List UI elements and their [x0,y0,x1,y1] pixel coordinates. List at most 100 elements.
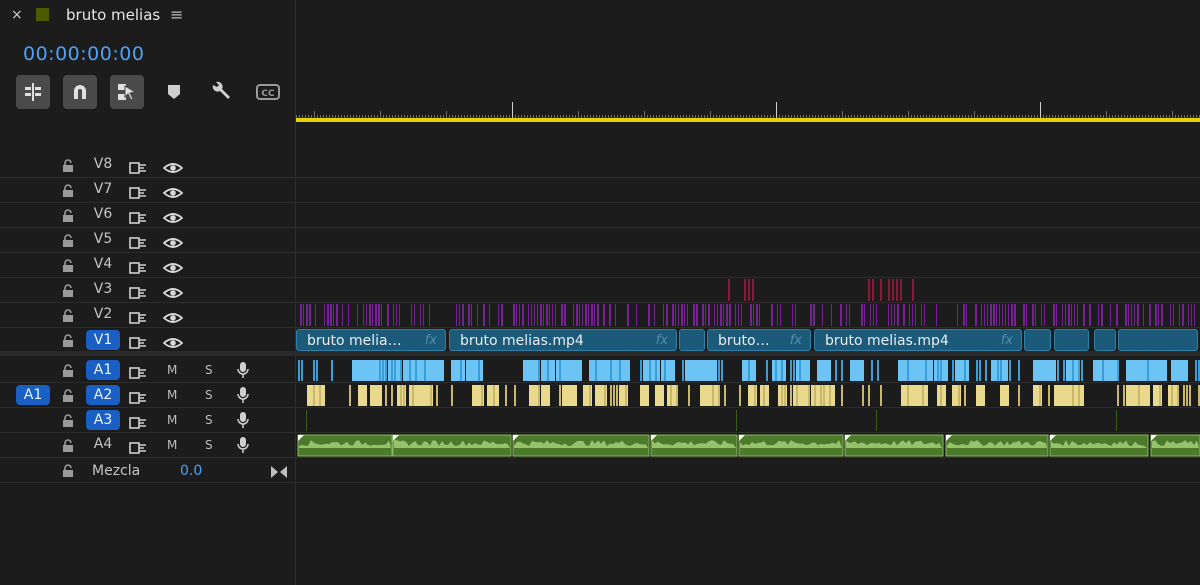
voiceover-mic-icon[interactable] [237,361,249,383]
voiceover-mic-icon[interactable] [237,386,249,408]
eye-icon[interactable] [162,284,184,303]
v1-clip[interactable]: bruto melia… fx [296,329,446,351]
a2-clip-slice [1141,385,1150,406]
voiceover-mic-icon[interactable] [237,436,249,458]
sequence-title[interactable]: bruto melias [66,6,160,24]
lock-icon[interactable] [62,388,74,407]
eye-icon[interactable] [162,309,184,328]
a1-clip-slice [721,360,723,381]
track-target-a4[interactable]: A4 [86,436,120,452]
lock-icon[interactable] [62,283,74,302]
a1-clip-slice [718,360,720,381]
lock-icon[interactable] [62,333,74,352]
a2-clip-slice [1123,385,1125,406]
eye-icon[interactable] [162,234,184,253]
v1-clip[interactable] [1024,329,1051,351]
solo-button[interactable]: S [205,438,213,452]
lock-icon[interactable] [62,183,74,202]
eye-icon[interactable] [162,259,184,278]
mute-button[interactable]: M [167,363,177,377]
captions-button[interactable]: CC [251,75,285,109]
sync-lock-icon[interactable] [129,209,147,228]
track-target-a2[interactable]: A2 [86,385,120,405]
a2-clip-slice [964,385,966,406]
sync-lock-icon[interactable] [129,234,147,253]
mute-button[interactable]: M [167,413,177,427]
fx-badge-icon: fx [1000,333,1013,348]
lock-icon[interactable] [62,413,74,432]
track-target-v8[interactable]: V8 [86,156,120,172]
add-marker-button[interactable] [157,75,191,109]
v1-clip[interactable] [1118,329,1198,351]
source-patch-a1[interactable]: A1 [16,385,50,405]
sequence-color-swatch [36,8,49,21]
v2-clip-slice [1170,304,1171,326]
lock-icon[interactable] [62,258,74,277]
a1-clip-slice [538,360,540,381]
track-target-a3[interactable]: A3 [86,410,120,430]
mute-button[interactable]: M [167,438,177,452]
track-target-v4[interactable]: V4 [86,256,120,272]
v2-clip-slice [648,304,650,326]
a2-clip-slice [712,385,714,406]
sync-lock-icon[interactable] [129,439,147,458]
track-target-v6[interactable]: V6 [86,206,120,222]
v1-clip[interactable]: bruto… fx [707,329,811,351]
timeline-clips-area[interactable] [296,0,1200,585]
track-target-v5[interactable]: V5 [86,231,120,247]
solo-button[interactable]: S [205,388,213,402]
solo-button[interactable]: S [205,363,213,377]
v1-clip[interactable] [1094,329,1116,351]
sync-lock-icon[interactable] [129,284,147,303]
sync-lock-icon[interactable] [129,364,147,383]
lock-icon[interactable] [62,438,74,457]
eye-icon[interactable] [162,184,184,203]
lock-icon[interactable] [62,308,74,327]
sync-lock-icon[interactable] [129,159,147,178]
lock-icon[interactable] [62,363,74,382]
v1-clip[interactable]: bruto melias.mp4 fx [449,329,677,351]
eye-icon[interactable] [162,159,184,178]
playhead-timecode[interactable]: 00:00:00:00 [23,43,144,65]
track-target-a1[interactable]: A1 [86,360,120,380]
track-target-v3[interactable]: V3 [86,281,120,297]
a1-clip-slice [1102,360,1104,381]
v1-clip[interactable] [1054,329,1089,351]
sync-lock-icon[interactable] [129,389,147,408]
sync-lock-icon[interactable] [129,259,147,278]
snap-magnet-button[interactable] [63,75,97,109]
insert-nest-button[interactable] [16,75,50,109]
sync-lock-icon[interactable] [129,309,147,328]
lock-icon[interactable] [62,208,74,227]
linked-selection-button[interactable] [110,75,144,109]
sync-lock-icon[interactable] [129,184,147,203]
v1-clip[interactable] [679,329,705,351]
track-target-v1[interactable]: V1 [86,330,120,350]
track-target-v7[interactable]: V7 [86,181,120,197]
a1-clip-slice [796,360,810,381]
lock-icon[interactable] [62,233,74,252]
v1-clip[interactable]: bruto melias.mp4 fx [814,329,1022,351]
panel-menu-icon[interactable]: ≡ [170,5,183,24]
mix-volume-value[interactable]: 0.0 [180,463,202,479]
a1-clip-slice [997,360,999,381]
v2-clip-slice [675,304,676,326]
v2-clip-slice [1155,304,1157,326]
mute-button[interactable]: M [167,388,177,402]
lock-icon[interactable] [62,158,74,177]
v2-clip-slice [1083,304,1085,326]
a2-clip-slice [718,385,720,406]
sync-lock-icon[interactable] [129,414,147,433]
mix-lock-icon[interactable] [62,463,74,482]
solo-button[interactable]: S [205,413,213,427]
voiceover-mic-icon[interactable] [237,411,249,433]
eye-icon[interactable] [162,209,184,228]
mix-pan-icon[interactable] [270,464,288,483]
a2-clip-slice [796,385,798,406]
a2-clip-slice [880,385,882,406]
a1-clip-slice [616,360,630,381]
wrench-button[interactable] [204,75,238,109]
close-tab-icon[interactable]: × [11,7,23,23]
a2-clip-slice [625,385,627,406]
track-target-v2[interactable]: V2 [86,306,120,322]
